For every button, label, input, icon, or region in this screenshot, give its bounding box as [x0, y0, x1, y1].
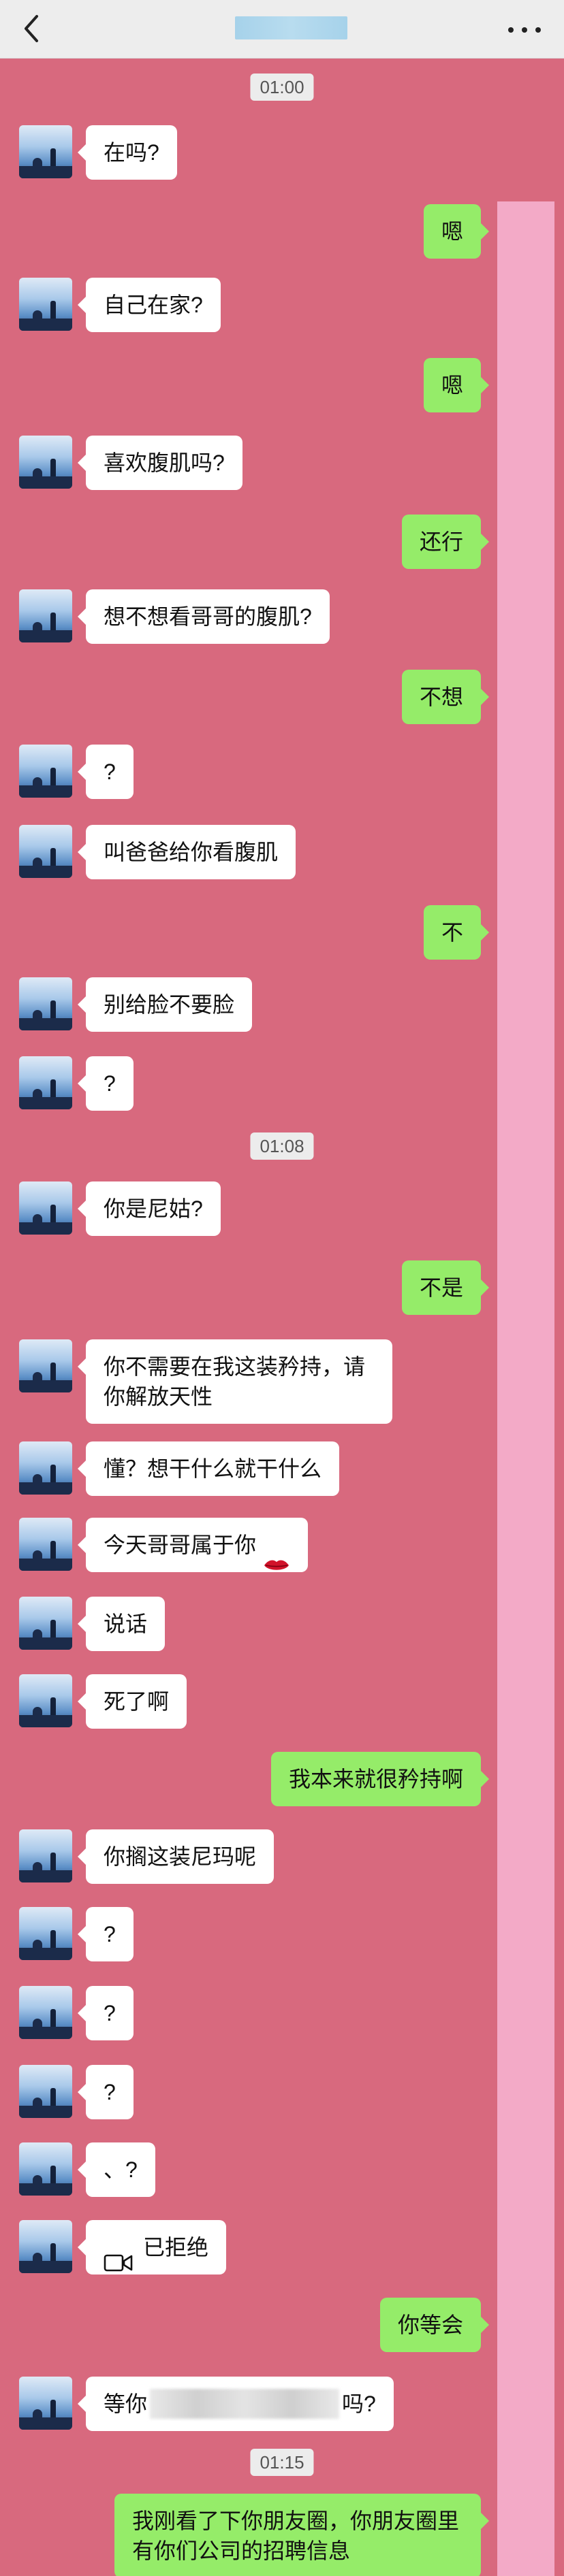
- avatar[interactable]: [19, 1986, 72, 2039]
- message-row-outgoing: 你等会: [0, 2298, 564, 2352]
- message-bubble[interactable]: 你是尼姑?: [78, 1181, 221, 1236]
- message-bubble[interactable]: 死了啊: [77, 1674, 187, 1729]
- message-row-incoming: ?: [0, 2065, 564, 2119]
- message-bubble[interactable]: 懂？想干什么就干什么: [77, 1441, 340, 1496]
- message-bubble[interactable]: 你不需要在我这装矜持，请你解放天性: [78, 1339, 392, 1424]
- message-bubble[interactable]: 说话: [77, 1597, 166, 1651]
- message-bubble[interactable]: 别给脸不要脸: [77, 977, 253, 1032]
- avatar[interactable]: [19, 1441, 72, 1495]
- redacted-text: [150, 2388, 340, 2419]
- video-call-icon: [104, 2238, 134, 2271]
- chat-header: [0, 0, 564, 59]
- avatar[interactable]: [19, 825, 72, 878]
- message-bubble[interactable]: 嗯: [423, 204, 490, 259]
- avatar[interactable]: [19, 1907, 72, 1960]
- avatar[interactable]: [19, 1339, 72, 1392]
- message-row-incoming: 在吗?: [0, 125, 564, 180]
- message-bubble[interactable]: 你等会: [379, 2298, 490, 2352]
- message-bubble[interactable]: 、?: [78, 2142, 155, 2197]
- timestamp: 01:00: [250, 74, 314, 101]
- message-row-outgoing: 不想: [0, 670, 564, 724]
- avatar[interactable]: [19, 1829, 72, 1882]
- chat-title-redacted: [235, 16, 347, 39]
- message-bubble[interactable]: 嗯: [423, 358, 490, 412]
- avatar[interactable]: [19, 2220, 72, 2273]
- message-bubble[interactable]: 喜欢腹肌吗?: [78, 436, 242, 490]
- message-row-incoming: 说话: [0, 1597, 564, 1651]
- message-text-before: 等你: [104, 2392, 148, 2416]
- message-bubble[interactable]: 叫爸爸给你看腹肌: [77, 825, 296, 879]
- chevron-left-icon[interactable]: [16, 10, 50, 48]
- message-bubble[interactable]: 不是: [401, 1260, 490, 1315]
- avatar[interactable]: [19, 745, 72, 798]
- message-row-outgoing: 不: [0, 905, 564, 960]
- message-row-incoming: 你不需要在我这装矜持，请你解放天性: [0, 1339, 564, 1424]
- message-text: 今天哥哥属于你: [104, 1533, 257, 1557]
- avatar[interactable]: [19, 1056, 72, 1109]
- message-row-incoming: 懂？想干什么就干什么: [0, 1441, 564, 1496]
- message-row-outgoing: 我刚看了下你朋友圈，你朋友圈里有你们公司的招聘信息: [0, 2494, 564, 2576]
- message-bubble[interactable]: 不想: [401, 670, 490, 724]
- message-row-incoming: 今天哥哥属于你: [0, 1518, 564, 1572]
- message-bubble[interactable]: 在吗?: [78, 125, 177, 180]
- avatar[interactable]: [19, 436, 72, 489]
- message-bubble[interactable]: ?: [78, 1986, 134, 2040]
- avatar[interactable]: [19, 1674, 72, 1727]
- message-row-incoming: 想不想看哥哥的腹肌?: [0, 589, 564, 644]
- video-call-bubble[interactable]: 已拒绝: [77, 2220, 227, 2275]
- timestamp: 01:08: [250, 1132, 314, 1160]
- message-row-incoming: ?: [0, 745, 564, 799]
- avatar[interactable]: [19, 2065, 72, 2118]
- avatar[interactable]: [19, 125, 72, 178]
- message-row-incoming: ?: [0, 1056, 564, 1111]
- message-text-after: 吗?: [342, 2392, 376, 2416]
- avatar[interactable]: [19, 589, 72, 642]
- message-row-outgoing: 还行: [0, 515, 564, 569]
- lips-emoji-icon: [263, 1538, 290, 1570]
- message-bubble[interactable]: 不: [423, 905, 490, 960]
- message-row-incoming: 自己在家?: [0, 278, 564, 332]
- message-bubble[interactable]: 我本来就很矜持啊: [270, 1752, 490, 1806]
- message-row-incoming: 别给脸不要脸: [0, 977, 564, 1032]
- message-row-incoming: 你是尼姑?: [0, 1181, 564, 1236]
- avatar[interactable]: [19, 278, 72, 331]
- message-bubble[interactable]: ?: [78, 745, 134, 799]
- message-row-incoming: 、?: [0, 2142, 564, 2197]
- message-row-incoming: ?: [0, 1907, 564, 1961]
- message-row-incoming: 等你 吗?: [0, 2377, 564, 2431]
- message-row-incoming: ?: [0, 1986, 564, 2040]
- message-row-incoming: 你搁这装尼玛呢: [0, 1829, 564, 1884]
- message-bubble[interactable]: ?: [78, 1907, 134, 1961]
- message-row-incoming: 叫爸爸给你看腹肌: [0, 825, 564, 879]
- avatar[interactable]: [19, 1181, 72, 1235]
- avatar[interactable]: [19, 2142, 72, 2196]
- message-row-incoming: 已拒绝: [0, 2220, 564, 2275]
- message-row-incoming: 死了啊: [0, 1674, 564, 1729]
- message-bubble[interactable]: 今天哥哥属于你: [77, 1518, 309, 1572]
- message-bubble[interactable]: 自己在家?: [78, 278, 221, 332]
- message-row-outgoing: 我本来就很矜持啊: [0, 1752, 564, 1806]
- avatar[interactable]: [19, 1597, 72, 1650]
- message-bubble[interactable]: ?: [78, 1056, 134, 1111]
- message-bubble[interactable]: 想不想看哥哥的腹肌?: [78, 589, 330, 644]
- avatar[interactable]: [19, 977, 72, 1030]
- message-bubble[interactable]: ?: [78, 2065, 134, 2119]
- avatar[interactable]: [19, 2377, 72, 2430]
- more-dots-icon[interactable]: [505, 15, 544, 42]
- message-row-incoming: 喜欢腹肌吗?: [0, 436, 564, 490]
- avatar[interactable]: [19, 1518, 72, 1571]
- timestamp: 01:15: [250, 2449, 314, 2476]
- message-row-outgoing: 不是: [0, 1260, 564, 1315]
- message-bubble[interactable]: 等你 吗?: [78, 2377, 394, 2431]
- message-bubble[interactable]: 你搁这装尼玛呢: [77, 1829, 275, 1884]
- message-bubble[interactable]: 我刚看了下你朋友圈，你朋友圈里有你们公司的招聘信息: [114, 2494, 489, 2576]
- call-status-text: 已拒绝: [143, 2235, 209, 2260]
- message-row-outgoing: 嗯: [0, 358, 564, 412]
- message-row-outgoing: 嗯: [0, 204, 564, 259]
- message-bubble[interactable]: 还行: [401, 515, 490, 569]
